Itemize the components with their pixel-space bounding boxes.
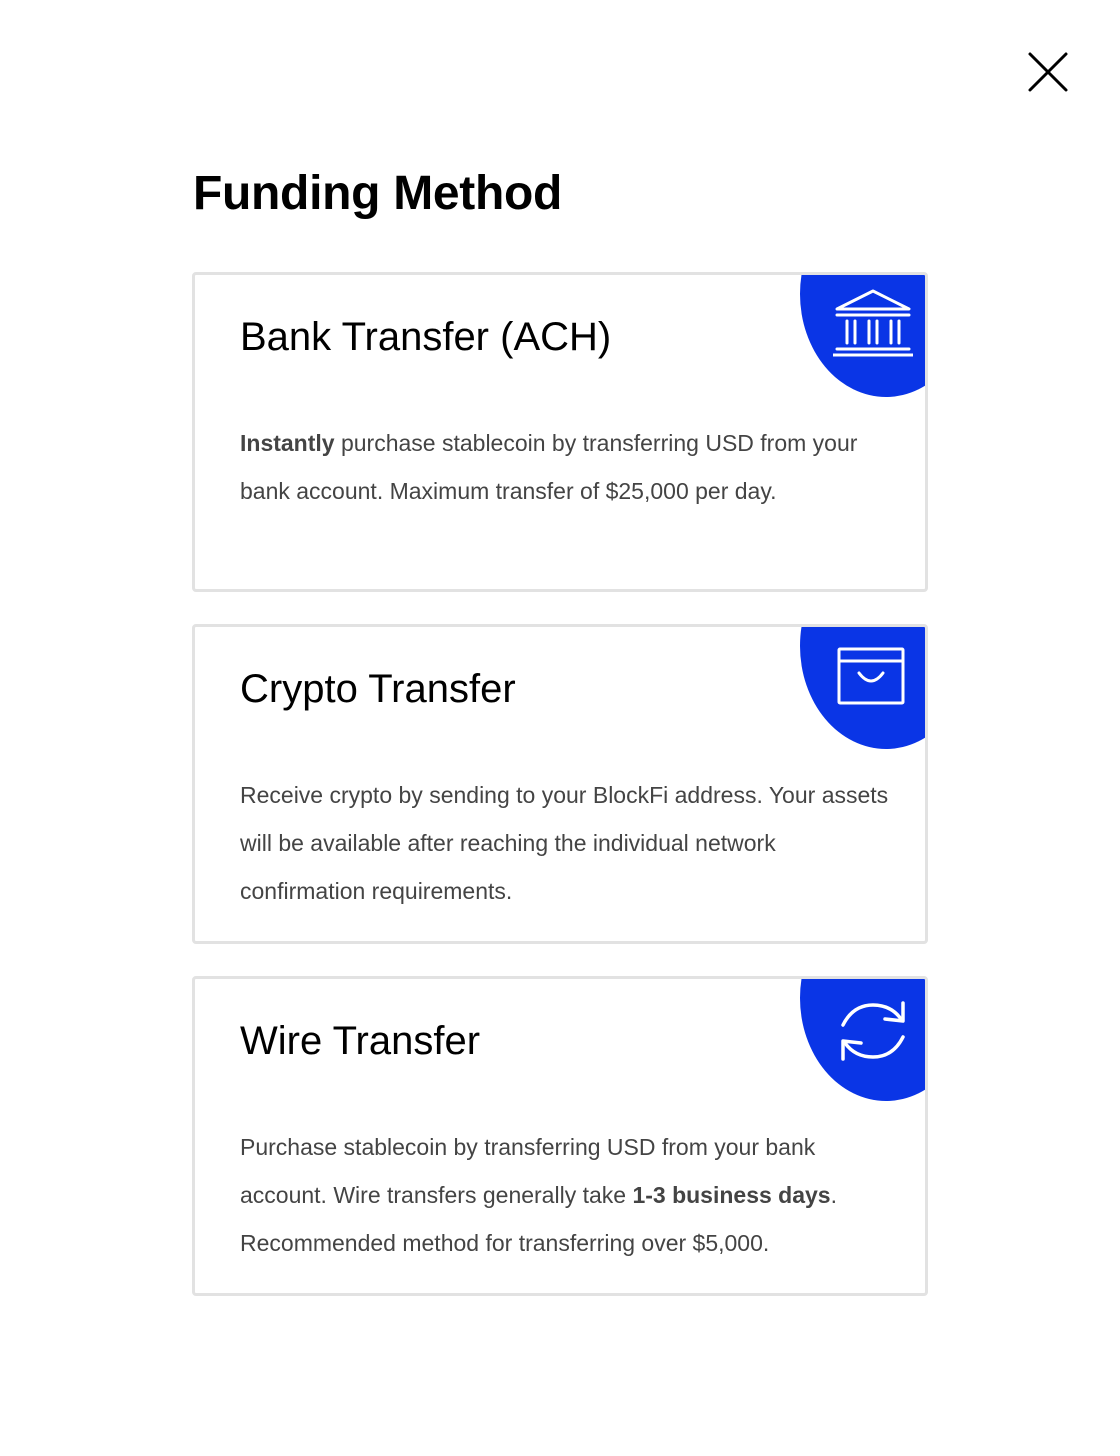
refresh-icon (833, 991, 913, 1071)
desc-emphasis: Instantly (240, 430, 335, 456)
close-button[interactable] (1024, 48, 1072, 96)
funding-option-crypto-transfer[interactable]: Crypto Transfer Receive crypto by sendin… (192, 624, 928, 944)
desc-text: Receive crypto by sending to your BlockF… (240, 782, 889, 904)
card-title: Crypto Transfer (240, 667, 516, 711)
funding-method-list: Bank Transfer (ACH) Instantly purchase s… (192, 272, 928, 1328)
card-description: Instantly purchase stablecoin by transfe… (240, 419, 900, 515)
card-description: Purchase stablecoin by transferring USD … (240, 1123, 900, 1267)
card-title: Wire Transfer (240, 1019, 481, 1063)
card-title: Bank Transfer (ACH) (240, 315, 612, 359)
card-description: Receive crypto by sending to your BlockF… (240, 771, 900, 915)
close-icon[interactable] (1024, 48, 1072, 96)
page-title: Funding Method (193, 167, 563, 220)
wallet-icon (833, 639, 913, 719)
funding-option-wire-transfer[interactable]: Wire Transfer Purchase stablecoin by tra… (192, 976, 928, 1296)
funding-option-bank-transfer[interactable]: Bank Transfer (ACH) Instantly purchase s… (192, 272, 928, 592)
desc-emphasis: 1-3 business days (632, 1182, 831, 1208)
bank-icon (833, 287, 913, 367)
